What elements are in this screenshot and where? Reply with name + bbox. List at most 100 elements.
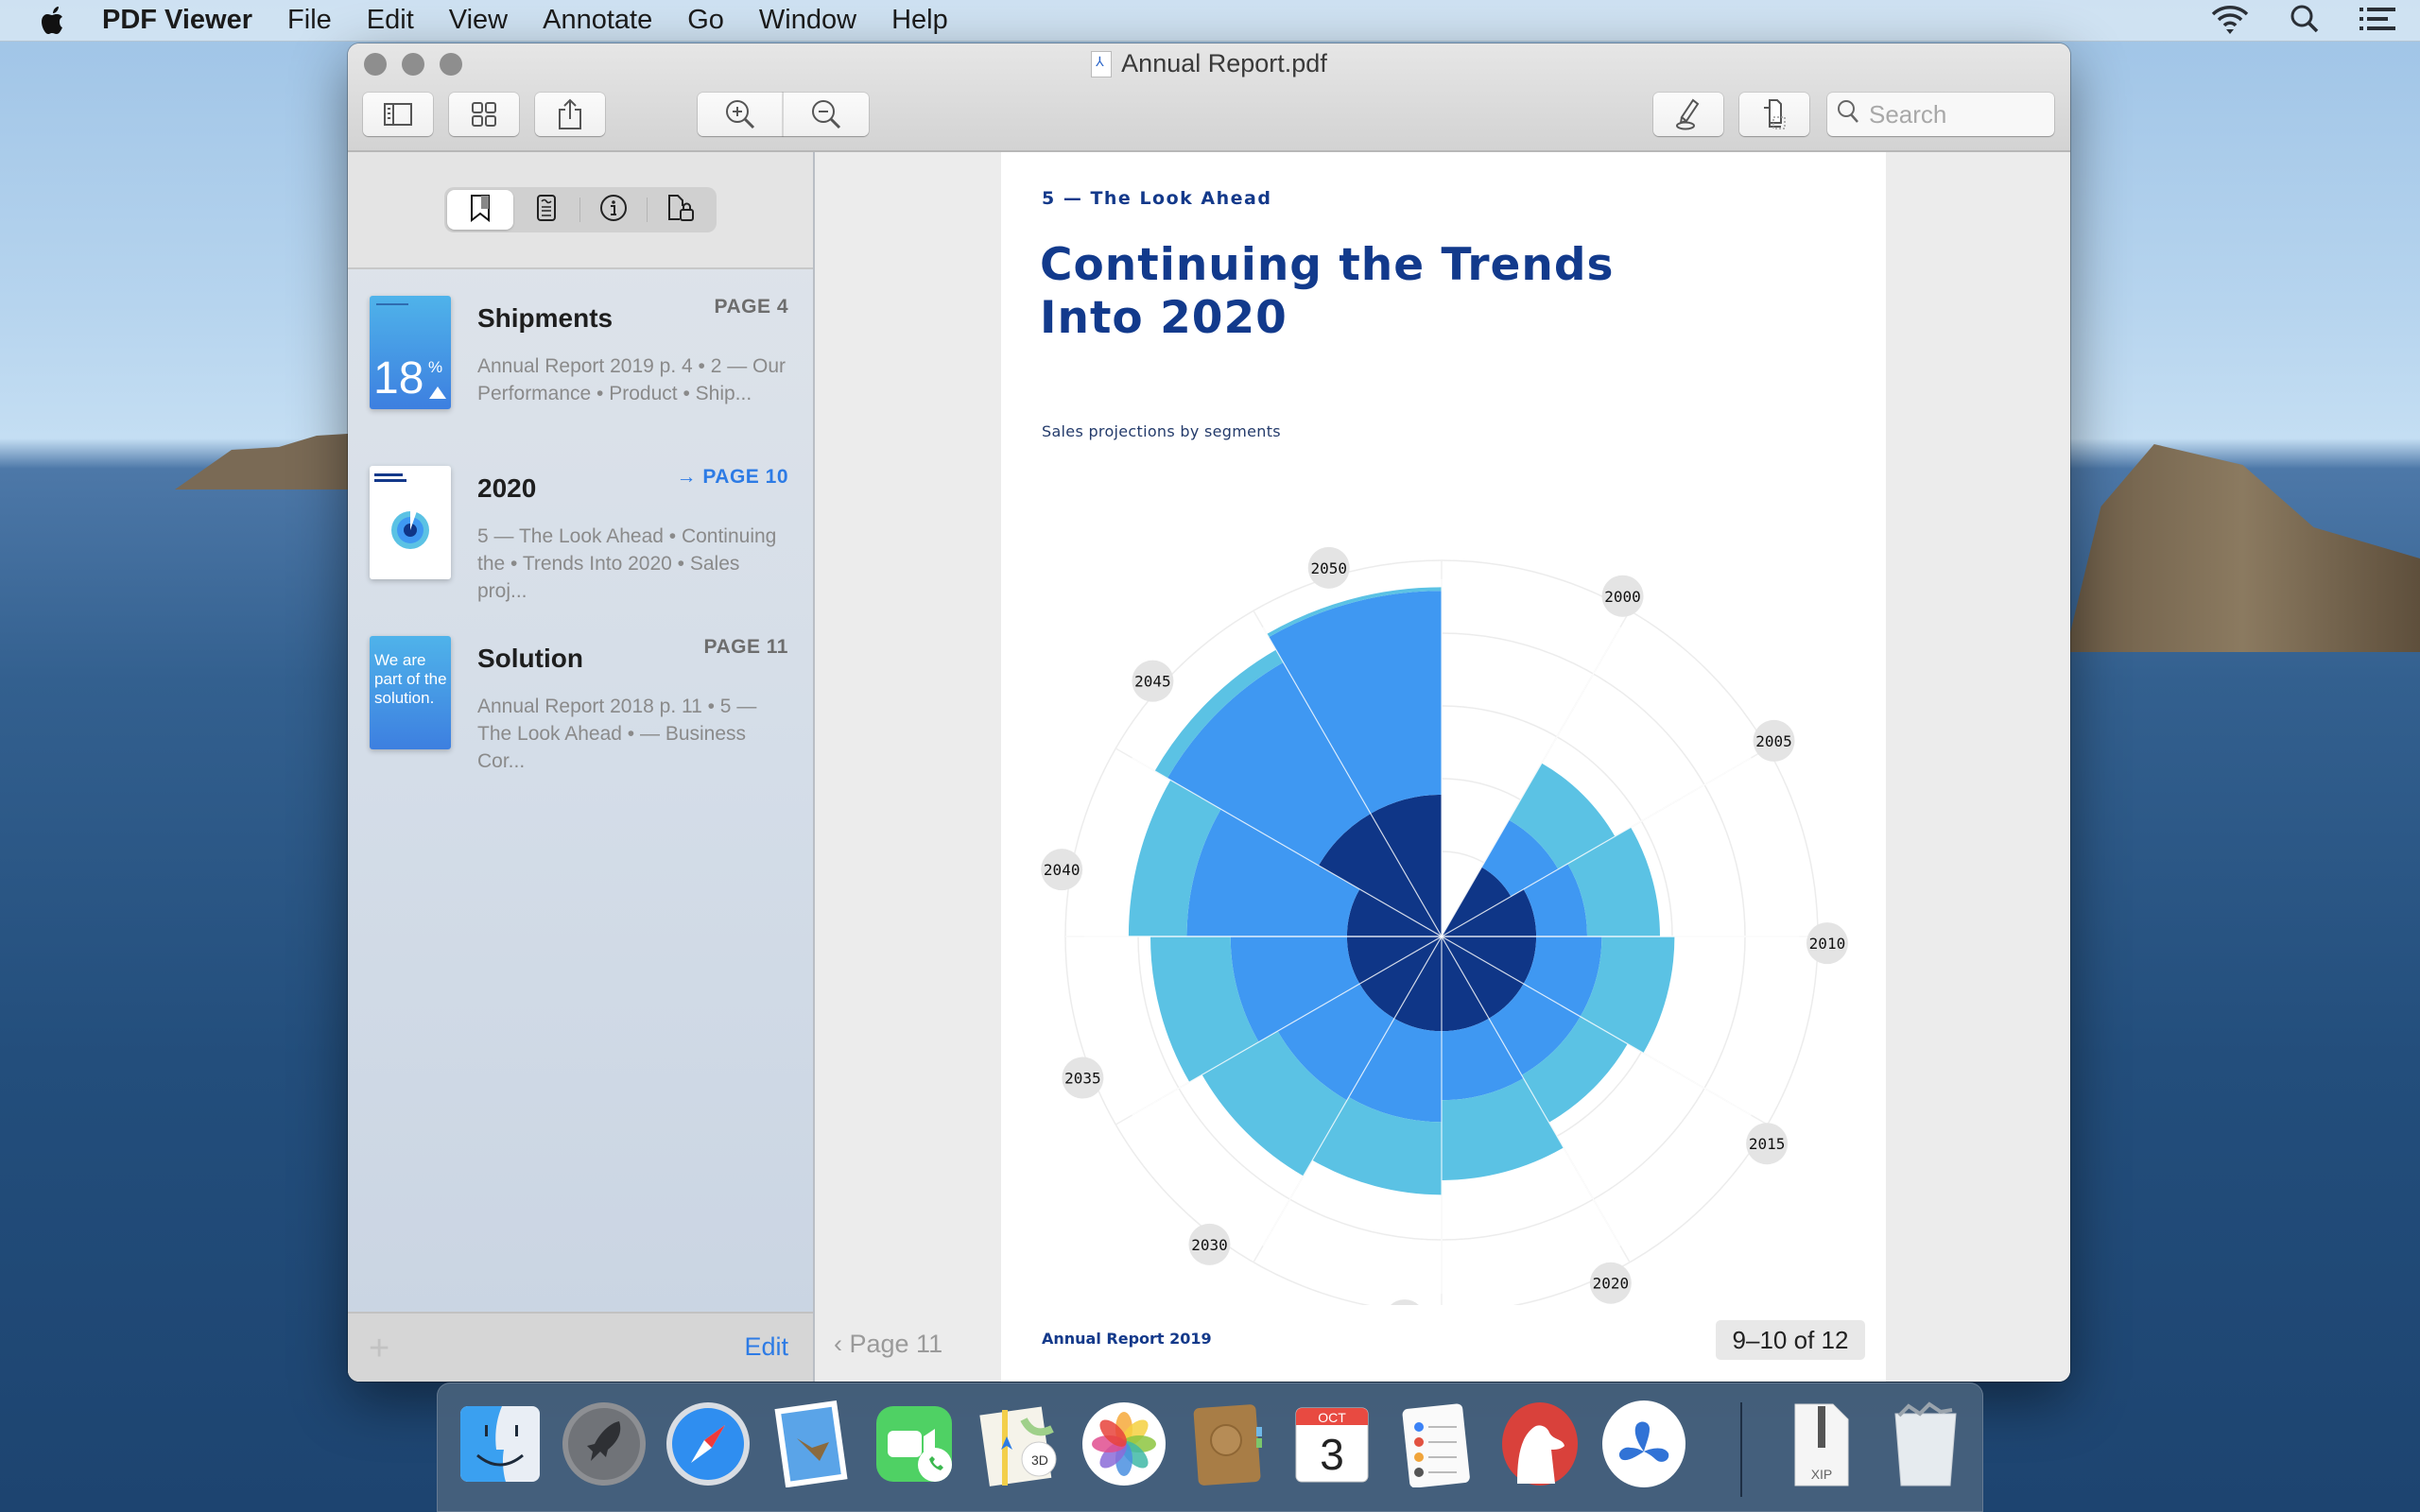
arrow-right-icon: → bbox=[676, 466, 697, 488]
zoom-in-button[interactable] bbox=[698, 93, 783, 136]
axis-label: 2040 bbox=[1044, 861, 1080, 879]
dock-divider bbox=[1740, 1402, 1742, 1497]
dock-reminders[interactable] bbox=[1392, 1400, 1479, 1488]
dock-pdf-viewer[interactable] bbox=[1600, 1400, 1687, 1487]
calendar-month: OCT bbox=[1318, 1410, 1346, 1425]
axis-label: 2000 bbox=[1604, 588, 1641, 606]
toggle-sidebar-button[interactable] bbox=[363, 93, 433, 136]
menu-go[interactable]: Go bbox=[687, 5, 724, 36]
xip-label: XIP bbox=[1810, 1467, 1833, 1482]
grid-icon bbox=[471, 101, 497, 128]
bookmark-thumbnail bbox=[370, 466, 451, 579]
menu-window[interactable]: Window bbox=[759, 5, 856, 36]
bookmark-thumbnail: 18 % bbox=[370, 296, 451, 409]
dock-calendar[interactable]: OCT 3 bbox=[1288, 1400, 1375, 1487]
dock: 3D OCT 3 XIP bbox=[437, 1383, 1983, 1512]
axis-label: 2045 bbox=[1134, 673, 1171, 691]
dock-facetime[interactable] bbox=[873, 1400, 959, 1487]
outline-icon bbox=[534, 194, 559, 227]
bookmark-item-2020[interactable]: 2020 → PAGE 10 5 — The Look Ahead • Cont… bbox=[348, 456, 813, 627]
dock-safari[interactable] bbox=[665, 1400, 752, 1487]
thumb-big-number: 18 bbox=[373, 353, 424, 404]
menu-view[interactable]: View bbox=[449, 5, 508, 36]
menu-edit[interactable]: Edit bbox=[367, 5, 414, 36]
pdf-viewer-app-icon bbox=[1602, 1400, 1685, 1487]
facetime-icon bbox=[876, 1406, 952, 1482]
axis-label: 2035 bbox=[1064, 1070, 1101, 1088]
desktop-island bbox=[175, 433, 364, 490]
svg-text:3D: 3D bbox=[1031, 1452, 1048, 1468]
maps-icon: 3D bbox=[979, 1406, 1057, 1486]
apple-menu-icon[interactable] bbox=[38, 5, 70, 37]
tab-outline[interactable] bbox=[513, 190, 579, 230]
dock-bear[interactable] bbox=[1496, 1400, 1583, 1487]
page-footer-left: Annual Report 2019 bbox=[1042, 1330, 1212, 1348]
dock-finder[interactable] bbox=[457, 1400, 544, 1487]
info-icon bbox=[599, 194, 628, 227]
previous-page-link[interactable]: ‹ Page 11 bbox=[834, 1330, 942, 1359]
reminders-icon bbox=[1402, 1403, 1470, 1488]
sidebar-icon bbox=[384, 103, 412, 126]
dock-trash[interactable] bbox=[1882, 1400, 1969, 1487]
menu-annotate[interactable]: Annotate bbox=[543, 5, 652, 36]
pdf-document-icon bbox=[1091, 50, 1113, 77]
copy-pages-button[interactable] bbox=[1739, 93, 1809, 136]
dock-contacts[interactable] bbox=[1184, 1400, 1271, 1487]
pdf-page: 5 — The Look Ahead Continuing the Trends… bbox=[1001, 152, 1886, 1382]
axis-label: 2010 bbox=[1809, 935, 1846, 953]
wifi-icon[interactable] bbox=[2210, 4, 2250, 39]
dock-xip-archive[interactable]: XIP bbox=[1778, 1400, 1865, 1487]
tab-bookmarks[interactable] bbox=[447, 190, 513, 230]
bookmark-item-solution[interactable]: We are part of the solution. Solution PA… bbox=[348, 627, 813, 797]
thumb-percent: % bbox=[428, 358, 443, 376]
menu-help[interactable]: Help bbox=[891, 5, 948, 36]
pen-annotate-icon bbox=[1674, 98, 1703, 130]
dock-mail[interactable] bbox=[769, 1400, 856, 1488]
thumb-text: We are part of the solution. bbox=[374, 651, 447, 707]
edit-bookmarks-button[interactable]: Edit bbox=[744, 1332, 788, 1362]
share-button[interactable] bbox=[535, 93, 605, 136]
title-bar: Annual Report.pdf bbox=[348, 43, 2070, 152]
tab-info[interactable] bbox=[580, 190, 647, 230]
zoom-out-button[interactable] bbox=[783, 93, 869, 136]
mail-icon bbox=[774, 1400, 848, 1488]
bookmark-description: Annual Report 2019 p. 4 • 2 — Our Perfor… bbox=[477, 355, 786, 404]
sidebar-footer: + Edit bbox=[348, 1312, 813, 1382]
dock-maps[interactable]: 3D bbox=[977, 1400, 1063, 1487]
calendar-day: 3 bbox=[1320, 1430, 1344, 1479]
bookmark-item-shipments[interactable]: 18 % Shipments PAGE 4 Annual Report 2019… bbox=[348, 286, 813, 456]
document-view[interactable]: 5 — The Look Ahead Continuing the Trends… bbox=[817, 152, 2070, 1382]
finder-icon bbox=[460, 1406, 540, 1482]
search-input[interactable] bbox=[1869, 99, 2039, 129]
dock-launchpad[interactable] bbox=[561, 1400, 648, 1487]
search-icon bbox=[1837, 99, 1859, 130]
copy-pages-icon bbox=[1760, 98, 1789, 130]
sidebar-header bbox=[348, 152, 813, 269]
annotate-button[interactable] bbox=[1653, 93, 1723, 136]
search-field[interactable] bbox=[1827, 93, 2054, 136]
axis-label: 2015 bbox=[1749, 1135, 1786, 1153]
axis-label: 2030 bbox=[1191, 1236, 1228, 1254]
menu-app-name[interactable]: PDF Viewer bbox=[102, 5, 252, 36]
bookmark-description: Annual Report 2018 p. 11 • 5 — The Look … bbox=[477, 696, 757, 772]
menu-file[interactable]: File bbox=[287, 5, 332, 36]
share-icon bbox=[557, 98, 583, 130]
zoom-out-icon bbox=[810, 98, 842, 130]
sidebar: 18 % Shipments PAGE 4 Annual Report 2019… bbox=[348, 152, 815, 1382]
add-bookmark-button[interactable]: + bbox=[369, 1331, 389, 1366]
desktop-cliff bbox=[2066, 444, 2420, 652]
page-label-text: PAGE 10 bbox=[702, 466, 788, 488]
tab-security[interactable] bbox=[648, 190, 714, 230]
trash-icon bbox=[1894, 1401, 1957, 1486]
dock-photos[interactable] bbox=[1080, 1400, 1167, 1487]
bookmark-title: 2020 bbox=[477, 473, 537, 503]
document-lock-icon bbox=[666, 193, 695, 228]
bookmark-title: Shipments bbox=[477, 303, 614, 333]
axis-label: 2020 bbox=[1593, 1275, 1630, 1293]
control-center-icon[interactable] bbox=[2360, 6, 2395, 37]
spotlight-search-icon[interactable] bbox=[2290, 4, 2320, 39]
bookmark-title: Solution bbox=[477, 644, 583, 673]
menu-bar: PDF Viewer File Edit View Annotate Go Wi… bbox=[0, 0, 2420, 42]
axis-label: 2050 bbox=[1310, 559, 1347, 577]
thumbnails-grid-button[interactable] bbox=[449, 93, 519, 136]
